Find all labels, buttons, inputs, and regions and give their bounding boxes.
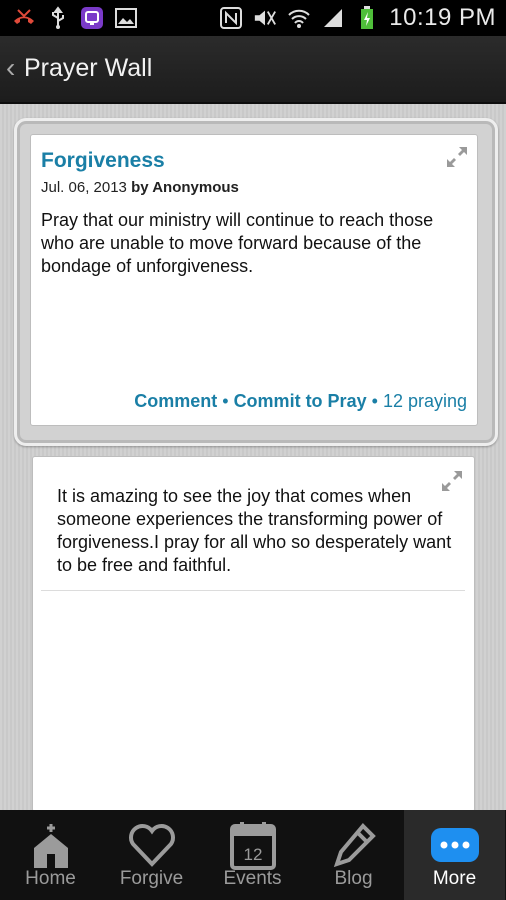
tab-label: Events — [223, 868, 282, 889]
usb-icon — [46, 6, 70, 30]
comment-card[interactable]: It is amazing to see the joy that comes … — [32, 456, 475, 810]
back-chevron-icon[interactable]: ‹ — [6, 54, 15, 82]
church-icon — [26, 820, 76, 870]
calendar-icon: 12 — [228, 820, 278, 870]
signal-icon — [321, 6, 345, 30]
pencil-icon — [329, 820, 379, 870]
prayer-title: Forgiveness — [41, 149, 165, 172]
calendar-badge: 12 — [243, 845, 262, 864]
comment-link[interactable]: Comment — [134, 391, 217, 411]
tab-label: Home — [25, 868, 76, 889]
prayer-meta: Jul. 06, 2013 by Anonymous — [41, 179, 239, 196]
bottom-tab-bar: Home Forgive 12 Events Blog More — [0, 810, 506, 900]
tab-label: Forgive — [119, 868, 184, 889]
missed-call-icon — [12, 6, 36, 30]
image-icon — [114, 6, 138, 30]
commit-to-pray-link[interactable]: Commit to Pray — [234, 391, 367, 411]
mute-icon — [253, 6, 277, 30]
comment-text: It is amazing to see the joy that comes … — [57, 486, 452, 575]
battery-icon — [355, 6, 379, 30]
tab-more[interactable]: More — [404, 810, 505, 900]
praying-count: 12 praying — [382, 391, 467, 411]
tab-home[interactable]: Home — [0, 810, 101, 900]
prayer-card[interactable]: Forgiveness Jul. 06, 2013 by Anonymous P… — [30, 134, 478, 426]
action-bar: ‹ Prayer Wall — [0, 36, 506, 104]
tab-forgive[interactable]: Forgive — [101, 810, 202, 900]
tab-blog[interactable]: Blog — [303, 810, 404, 900]
prayer-date: Jul. 06, 2013 — [41, 179, 127, 196]
expand-icon[interactable] — [445, 145, 469, 169]
nfc-icon — [219, 6, 243, 30]
prayer-wall-content[interactable]: Forgiveness Jul. 06, 2013 by Anonymous P… — [0, 104, 506, 810]
page-title[interactable]: Prayer Wall — [24, 54, 152, 83]
tab-label: Blog — [334, 868, 373, 889]
prayer-body: Pray that our ministry will continue to … — [41, 210, 434, 276]
wifi-icon — [287, 6, 311, 30]
more-dots-icon — [430, 820, 480, 870]
tab-label: More — [432, 868, 477, 889]
separator: • — [222, 391, 229, 411]
prayer-author: by Anonymous — [131, 179, 239, 196]
status-time: 10:19 PM — [389, 4, 496, 31]
tab-events[interactable]: 12 Events — [202, 810, 303, 900]
separator: • — [371, 391, 378, 411]
prayer-actions: Comment • Commit to Pray • 12 praying — [134, 391, 467, 412]
app-notification-icon — [80, 6, 104, 30]
divider — [41, 590, 465, 591]
status-bar: 10:19 PM — [0, 0, 506, 36]
heart-icon — [127, 820, 177, 870]
